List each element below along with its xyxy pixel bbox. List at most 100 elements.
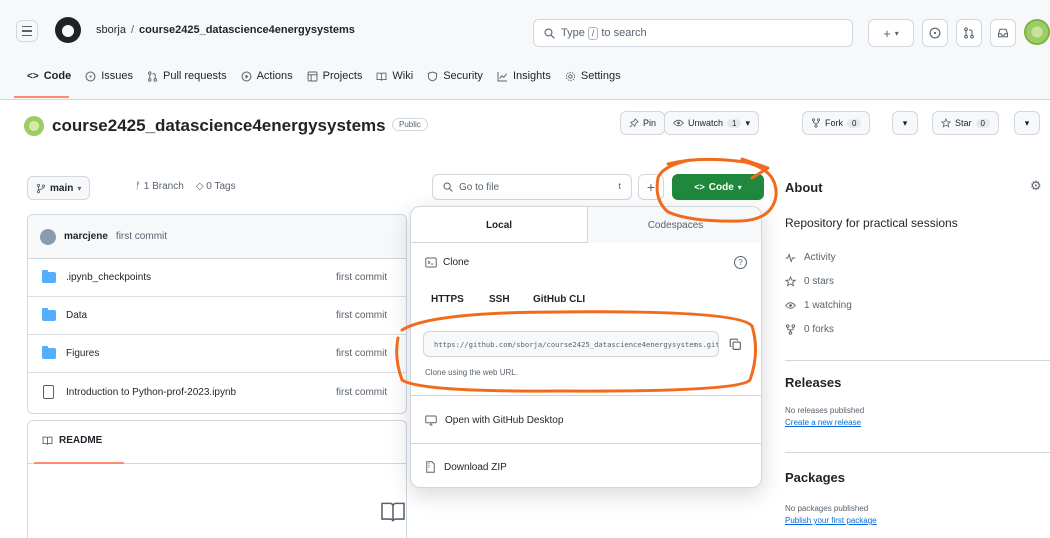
global-search-input[interactable]: Type / to search bbox=[533, 19, 853, 47]
code-dropdown: Local Codespaces Clone ? HTTPS SSH GitHu… bbox=[410, 206, 762, 488]
file-name[interactable]: Introduction to Python-prof-2023.ipynb bbox=[66, 387, 236, 398]
tab-wiki[interactable]: Wiki bbox=[369, 66, 420, 86]
forks-link[interactable]: 0 forks bbox=[785, 324, 834, 335]
file-commit-message[interactable]: first commit bbox=[336, 272, 387, 283]
file-name[interactable]: Figures bbox=[66, 348, 99, 359]
packages-heading[interactable]: Packages bbox=[785, 470, 845, 485]
branch-selector[interactable]: main ▾ bbox=[27, 176, 91, 200]
activity-label: Activity bbox=[804, 252, 836, 263]
fork-menu-button[interactable]: ▾ bbox=[892, 111, 918, 135]
tab-pull-requests[interactable]: Pull requests bbox=[140, 66, 234, 86]
add-file-button[interactable]: + bbox=[638, 174, 664, 200]
copy-url-button[interactable] bbox=[725, 334, 745, 354]
tab-settings[interactable]: Settings bbox=[558, 66, 628, 86]
code-button[interactable]: <> Code ▾ bbox=[672, 174, 764, 200]
readme-label: README bbox=[59, 435, 103, 446]
tab-issues-label: Issues bbox=[101, 70, 133, 82]
tab-projects[interactable]: Projects bbox=[300, 66, 370, 86]
activity-link[interactable]: Activity bbox=[785, 252, 836, 263]
branch-meta: ᚠ 1 Branch ◇ 0 Tags bbox=[135, 181, 236, 192]
tab-code[interactable]: <> Code bbox=[20, 66, 78, 86]
commit-message[interactable]: first commit bbox=[116, 231, 167, 242]
table-row[interactable]: Data first commit bbox=[28, 297, 406, 335]
repo-nav: <> Code Issues Pull requests Actions Pro… bbox=[20, 66, 628, 86]
graph-icon bbox=[497, 71, 507, 81]
branches-link[interactable]: ᚠ 1 Branch bbox=[135, 181, 184, 192]
tab-insights[interactable]: Insights bbox=[490, 66, 558, 86]
download-zip-label: Download ZIP bbox=[444, 461, 507, 473]
releases-heading[interactable]: Releases bbox=[785, 375, 841, 390]
star-menu-button[interactable]: ▾ bbox=[1014, 111, 1040, 135]
create-new-button[interactable]: + ▾ bbox=[868, 19, 914, 47]
branch-icon bbox=[36, 183, 46, 193]
no-packages-text: No packages published bbox=[785, 504, 869, 513]
menu-icon[interactable] bbox=[16, 20, 38, 42]
pull-requests-top-button[interactable] bbox=[956, 19, 982, 47]
chevron-down-icon: ▾ bbox=[77, 183, 82, 193]
go-to-file-placeholder: Go to file bbox=[459, 181, 500, 193]
tab-codespaces[interactable]: Codespaces bbox=[587, 207, 761, 243]
breadcrumb-owner[interactable]: sborja bbox=[96, 24, 126, 36]
star-button[interactable]: Star 0 bbox=[932, 111, 999, 135]
github-logo-icon[interactable] bbox=[55, 17, 81, 43]
file-zip-icon bbox=[426, 461, 435, 473]
file-commit-message[interactable]: first commit bbox=[336, 348, 387, 359]
create-release-link[interactable]: Create a new release bbox=[785, 418, 861, 427]
table-row[interactable]: Figures first commit bbox=[28, 335, 406, 373]
open-desktop-button[interactable]: Open with GitHub Desktop bbox=[425, 415, 563, 426]
clone-label: Clone bbox=[443, 257, 470, 268]
issues-top-button[interactable] bbox=[922, 19, 948, 47]
tab-local[interactable]: Local bbox=[411, 207, 587, 243]
breadcrumb-repo[interactable]: course2425_datascience4energysystems bbox=[139, 24, 355, 36]
go-to-file-input[interactable]: Go to file t bbox=[432, 174, 632, 200]
publish-package-link[interactable]: Publish your first package bbox=[785, 516, 877, 525]
tab-wiki-label: Wiki bbox=[392, 70, 414, 82]
stars-link[interactable]: 0 stars bbox=[785, 276, 834, 287]
file-name[interactable]: .ipynb_checkpoints bbox=[66, 272, 151, 283]
breadcrumb: sborja / course2425_datascience4energysyst… bbox=[96, 24, 355, 36]
tab-insights-label: Insights bbox=[512, 70, 551, 82]
book-icon bbox=[376, 72, 387, 81]
file-commit-message[interactable]: first commit bbox=[336, 387, 387, 398]
star-label: Star bbox=[955, 118, 972, 128]
fork-icon bbox=[786, 324, 795, 335]
readme-tab[interactable]: README bbox=[42, 435, 102, 446]
active-tab-underline bbox=[14, 96, 69, 98]
tags-link[interactable]: ◇ 0 Tags bbox=[196, 181, 236, 192]
book-icon bbox=[381, 502, 405, 522]
watching-link[interactable]: 1 watching bbox=[785, 300, 852, 311]
file-name[interactable]: Data bbox=[66, 310, 87, 321]
branch-name: main bbox=[50, 182, 74, 194]
table-row[interactable]: Introduction to Python-prof-2023.ipynb f… bbox=[28, 373, 406, 411]
tab-actions[interactable]: Actions bbox=[234, 66, 300, 86]
inbox-button[interactable] bbox=[990, 19, 1016, 47]
download-zip-button[interactable]: Download ZIP bbox=[425, 461, 507, 473]
pin-button[interactable]: Pin bbox=[620, 111, 666, 135]
question-icon[interactable]: ? bbox=[734, 256, 747, 269]
play-circle-icon bbox=[241, 71, 252, 81]
repo-title[interactable]: course2425_datascience4energysystems bbox=[52, 116, 386, 136]
avatar[interactable] bbox=[40, 228, 56, 245]
tab-security[interactable]: Security bbox=[420, 66, 490, 86]
search-prefix: Type bbox=[561, 27, 585, 39]
tab-ssh[interactable]: SSH bbox=[489, 294, 510, 305]
file-commit-message[interactable]: first commit bbox=[336, 310, 387, 321]
inbox-icon bbox=[997, 28, 1009, 38]
user-avatar[interactable] bbox=[1024, 19, 1050, 45]
commit-author[interactable]: marcjene bbox=[64, 231, 108, 242]
fork-button[interactable]: Fork 0 bbox=[802, 111, 871, 135]
table-icon bbox=[307, 71, 318, 81]
tab-https[interactable]: HTTPS bbox=[431, 294, 464, 305]
tab-pull-requests-label: Pull requests bbox=[162, 70, 227, 82]
tab-issues[interactable]: Issues bbox=[78, 66, 140, 86]
book-icon bbox=[42, 436, 53, 445]
tab-github-cli[interactable]: GitHub CLI bbox=[533, 294, 585, 305]
clone-url-field[interactable]: https://github.com/sborja/course2425_dat… bbox=[423, 331, 719, 357]
pin-icon bbox=[629, 118, 639, 128]
dropdown-tabs: Local Codespaces bbox=[411, 207, 761, 243]
table-row[interactable]: .ipynb_checkpoints first commit bbox=[28, 259, 406, 297]
plus-icon: + bbox=[883, 25, 891, 41]
gear-icon[interactable]: ⚙ bbox=[1030, 178, 1042, 194]
unwatch-button[interactable]: Unwatch 1 ▾ bbox=[664, 111, 759, 135]
tab-code-label: Code bbox=[43, 70, 72, 82]
